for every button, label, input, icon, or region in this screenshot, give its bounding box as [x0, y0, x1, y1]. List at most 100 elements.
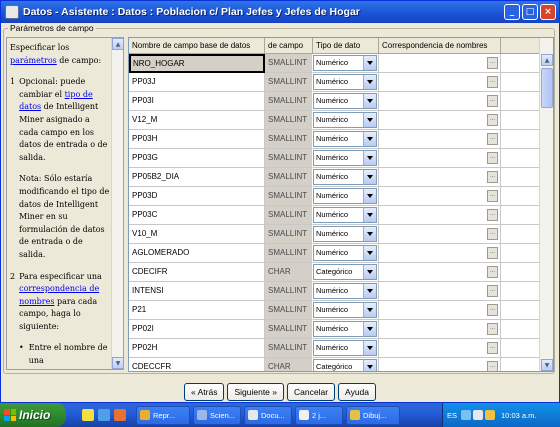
language-indicator[interactable]: ES — [447, 411, 457, 420]
name-mapping-field[interactable]: ... — [379, 73, 501, 92]
browse-button[interactable]: ... — [487, 342, 498, 354]
browse-button[interactable]: ... — [487, 76, 498, 88]
field-name-cell[interactable]: PP03I — [129, 92, 265, 111]
taskbar-item[interactable]: Docu... — [244, 405, 292, 425]
chevron-down-icon[interactable] — [363, 322, 376, 336]
name-mapping-field[interactable]: ... — [379, 244, 501, 263]
browse-button[interactable]: ... — [487, 190, 498, 202]
start-button[interactable]: Inicio — [0, 403, 66, 427]
browse-button[interactable]: ... — [487, 57, 498, 69]
chevron-down-icon[interactable] — [363, 208, 376, 222]
table-row[interactable]: V12_M SMALLINT Numérico... — [129, 111, 553, 130]
chevron-down-icon[interactable] — [363, 341, 376, 355]
field-name-cell[interactable]: PP02I — [129, 320, 265, 339]
chevron-down-icon[interactable] — [363, 303, 376, 317]
parameters-link[interactable]: parámetros — [10, 56, 57, 65]
table-row[interactable]: PP03C SMALLINT Numérico... — [129, 206, 553, 225]
explorer-icon[interactable] — [82, 409, 94, 421]
data-type-select[interactable]: Numérico — [313, 168, 379, 187]
browse-button[interactable]: ... — [487, 304, 498, 316]
browse-button[interactable]: ... — [487, 133, 498, 145]
maximize-button[interactable]: □ — [522, 4, 538, 20]
browse-button[interactable]: ... — [487, 152, 498, 164]
name-mapping-field[interactable]: ... — [379, 282, 501, 301]
name-mapping-field[interactable]: ... — [379, 225, 501, 244]
taskbar-item[interactable]: Dibuj... — [346, 405, 400, 425]
data-type-select[interactable]: Numérico — [313, 301, 379, 320]
name-mapping-field[interactable]: ... — [379, 149, 501, 168]
field-name-cell[interactable]: PP03H — [129, 130, 265, 149]
name-mapping-field[interactable]: ... — [379, 339, 501, 358]
browse-button[interactable]: ... — [487, 228, 498, 240]
field-name-cell[interactable]: PP03J — [129, 73, 265, 92]
name-mapping-field[interactable]: ... — [379, 206, 501, 225]
table-row[interactable]: PP03D SMALLINT Numérico... — [129, 187, 553, 206]
help-button[interactable]: Ayuda — [338, 383, 376, 401]
table-row[interactable]: PP02H SMALLINT Numérico... — [129, 339, 553, 358]
data-type-select[interactable]: Numérico — [313, 92, 379, 111]
field-name-cell[interactable]: PP05B2_DIA — [129, 168, 265, 187]
header-name-mapping[interactable]: Correspondencia de nombres — [379, 38, 501, 54]
chevron-down-icon[interactable] — [363, 246, 376, 260]
table-row[interactable]: PP02I SMALLINT Numérico... — [129, 320, 553, 339]
scroll-down-icon[interactable]: ▼ — [112, 357, 123, 369]
chevron-down-icon[interactable] — [363, 113, 376, 127]
taskbar-item[interactable]: Scien... — [193, 405, 241, 425]
table-row[interactable]: CDECIFR CHAR Categórico... — [129, 263, 553, 282]
chevron-down-icon[interactable] — [363, 56, 376, 70]
taskbar-item[interactable]: Repr... — [136, 405, 190, 425]
browse-button[interactable]: ... — [487, 114, 498, 126]
data-type-select[interactable]: Numérico — [313, 225, 379, 244]
table-row[interactable]: PP03H SMALLINT Numérico... — [129, 130, 553, 149]
table-row[interactable]: NRO_HOGAR SMALLINT Numérico... — [129, 54, 553, 73]
name-mapping-field[interactable]: ... — [379, 130, 501, 149]
header-data-type[interactable]: Tipo de dato — [313, 38, 379, 54]
data-type-select[interactable]: Numérico — [313, 244, 379, 263]
field-name-cell[interactable]: CDECCFR — [129, 358, 265, 371]
field-name-cell[interactable]: PP03G — [129, 149, 265, 168]
data-type-select[interactable]: Numérico — [313, 282, 379, 301]
data-type-select[interactable]: Numérico — [313, 54, 379, 73]
field-name-cell[interactable]: CDECIFR — [129, 263, 265, 282]
data-type-select[interactable]: Categórico — [313, 358, 379, 371]
field-name-cell[interactable]: V12_M — [129, 111, 265, 130]
data-type-select[interactable]: Numérico — [313, 111, 379, 130]
data-type-select[interactable]: Numérico — [313, 130, 379, 149]
taskbar-item[interactable]: 2 j... — [295, 405, 343, 425]
name-mapping-field[interactable]: ... — [379, 54, 501, 73]
name-mapping-field[interactable]: ... — [379, 92, 501, 111]
table-row[interactable]: P21 SMALLINT Numérico... — [129, 301, 553, 320]
chevron-down-icon[interactable] — [363, 284, 376, 298]
table-row[interactable]: PP03I SMALLINT Numérico... — [129, 92, 553, 111]
cancel-button[interactable]: Cancelar — [287, 383, 336, 401]
name-mapping-field[interactable]: ... — [379, 168, 501, 187]
field-name-cell[interactable]: PP02H — [129, 339, 265, 358]
table-row[interactable]: V10_M SMALLINT Numérico... — [129, 225, 553, 244]
chevron-down-icon[interactable] — [363, 132, 376, 146]
chevron-down-icon[interactable] — [363, 189, 376, 203]
data-type-select[interactable]: Numérico — [313, 149, 379, 168]
field-name-cell[interactable]: V10_M — [129, 225, 265, 244]
data-type-select[interactable]: Numérico — [313, 187, 379, 206]
table-row[interactable]: INTENSI SMALLINT Numérico... — [129, 282, 553, 301]
data-type-select[interactable]: Categórico — [313, 263, 379, 282]
field-name-cell[interactable]: AGLOMERADO — [129, 244, 265, 263]
scroll-thumb[interactable] — [541, 68, 553, 108]
name-mapping-field[interactable]: ... — [379, 263, 501, 282]
back-button[interactable]: « Atrás — [184, 383, 225, 401]
field-name-cell[interactable]: P21 — [129, 301, 265, 320]
browse-button[interactable]: ... — [487, 247, 498, 259]
browse-button[interactable]: ... — [487, 266, 498, 278]
name-mapping-field[interactable]: ... — [379, 358, 501, 371]
close-button[interactable]: × — [540, 4, 556, 20]
data-type-select[interactable]: Numérico — [313, 73, 379, 92]
next-button[interactable]: Siguiente » — [227, 383, 285, 401]
scroll-up-icon[interactable]: ▲ — [112, 38, 123, 50]
chevron-down-icon[interactable] — [363, 151, 376, 165]
chevron-down-icon[interactable] — [363, 265, 376, 279]
data-type-select[interactable]: Numérico — [313, 320, 379, 339]
shield-icon[interactable] — [485, 410, 496, 420]
table-row[interactable]: CDECCFR CHAR Categórico... — [129, 358, 553, 371]
browse-button[interactable]: ... — [487, 95, 498, 107]
volume-icon[interactable] — [473, 410, 484, 420]
